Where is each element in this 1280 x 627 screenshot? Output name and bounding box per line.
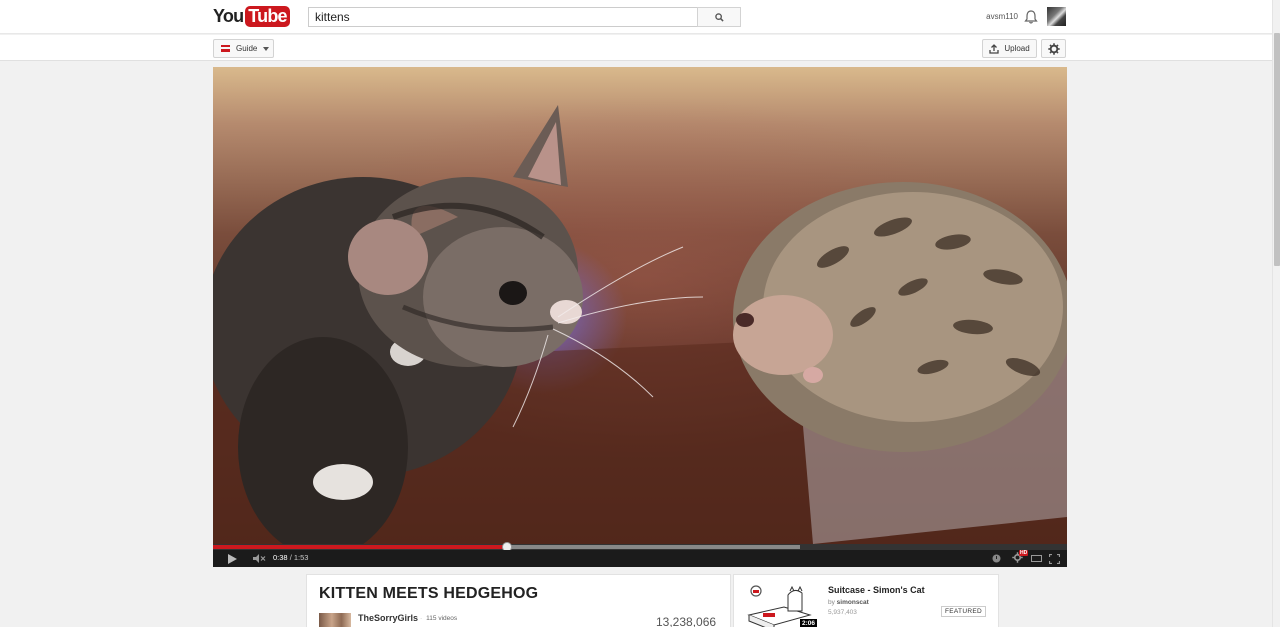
chevron-down-icon: [263, 46, 270, 51]
guide-button[interactable]: Guide: [213, 39, 274, 58]
fullscreen-icon[interactable]: [1049, 554, 1060, 564]
username-link[interactable]: avsm110: [970, 12, 1018, 21]
play-icon[interactable]: [228, 554, 237, 564]
progress-played: [213, 545, 507, 549]
upload-button[interactable]: Upload: [982, 39, 1037, 58]
featured-video-card[interactable]: 2:06 Suitcase - Simon's Cat by simonscat…: [733, 574, 999, 627]
video-frame[interactable]: [213, 67, 1067, 544]
theater-mode-icon[interactable]: [1031, 554, 1042, 563]
search-icon: [714, 12, 724, 22]
video-title: KITTEN MEETS HEDGEHOG: [319, 585, 539, 602]
video-count-text: 115 videos: [426, 615, 458, 622]
current-time: 0:38: [273, 553, 288, 562]
notifications-bell-icon[interactable]: [1024, 9, 1038, 25]
logo-tube-text: Tube: [245, 6, 290, 27]
page-scrollbar[interactable]: [1272, 0, 1280, 627]
upload-icon: [989, 43, 999, 54]
masthead: You Tube avsm110: [0, 0, 1272, 34]
logo-you-text: You: [213, 6, 244, 26]
scrollbar-thumb[interactable]: [1274, 33, 1280, 266]
featured-video-duration: 2:06: [800, 619, 818, 627]
gear-icon: [1047, 42, 1060, 55]
featured-video-views: 5,937,403: [828, 609, 857, 616]
separator-dot: ·: [420, 615, 423, 622]
channel-video-count[interactable]: · 115 videos: [420, 615, 457, 622]
guide-menu-icon: [221, 45, 230, 52]
search-button[interactable]: [697, 7, 741, 27]
search-input[interactable]: [308, 7, 698, 27]
volume-muted-icon[interactable]: [253, 554, 266, 563]
by-prefix: by: [828, 599, 837, 606]
annotations-icon[interactable]: [992, 554, 1001, 563]
video-still-kitten-and-hedgehog: [213, 105, 1067, 544]
guide-label: Guide: [236, 44, 258, 53]
featured-video-title[interactable]: Suitcase - Simon's Cat: [828, 585, 925, 595]
video-player[interactable]: 0:38 / 1:53 HD: [213, 67, 1067, 567]
player-controls: 0:38 / 1:53 HD: [213, 550, 1067, 567]
sub-toolbar: Guide Upload: [0, 35, 1272, 61]
channel-name-link[interactable]: TheSorryGirls: [358, 613, 418, 623]
featured-badge: FEATURED: [941, 606, 986, 617]
upload-label: Upload: [1004, 44, 1030, 53]
youtube-logo[interactable]: You Tube: [213, 6, 290, 27]
duration: 1:53: [293, 553, 309, 562]
featured-channel-link[interactable]: simonscat: [837, 599, 869, 606]
view-count: 13,238,066: [656, 615, 717, 627]
settings-button[interactable]: [1041, 39, 1066, 58]
time-display: 0:38 / 1:53: [273, 553, 308, 562]
user-avatar[interactable]: [1047, 7, 1066, 26]
channel-avatar[interactable]: [319, 613, 351, 627]
hd-badge: HD: [1019, 550, 1029, 556]
featured-video-byline: by simonscat: [828, 599, 869, 606]
video-info-panel: KITTEN MEETS HEDGEHOG TheSorryGirls · 115…: [306, 574, 731, 627]
